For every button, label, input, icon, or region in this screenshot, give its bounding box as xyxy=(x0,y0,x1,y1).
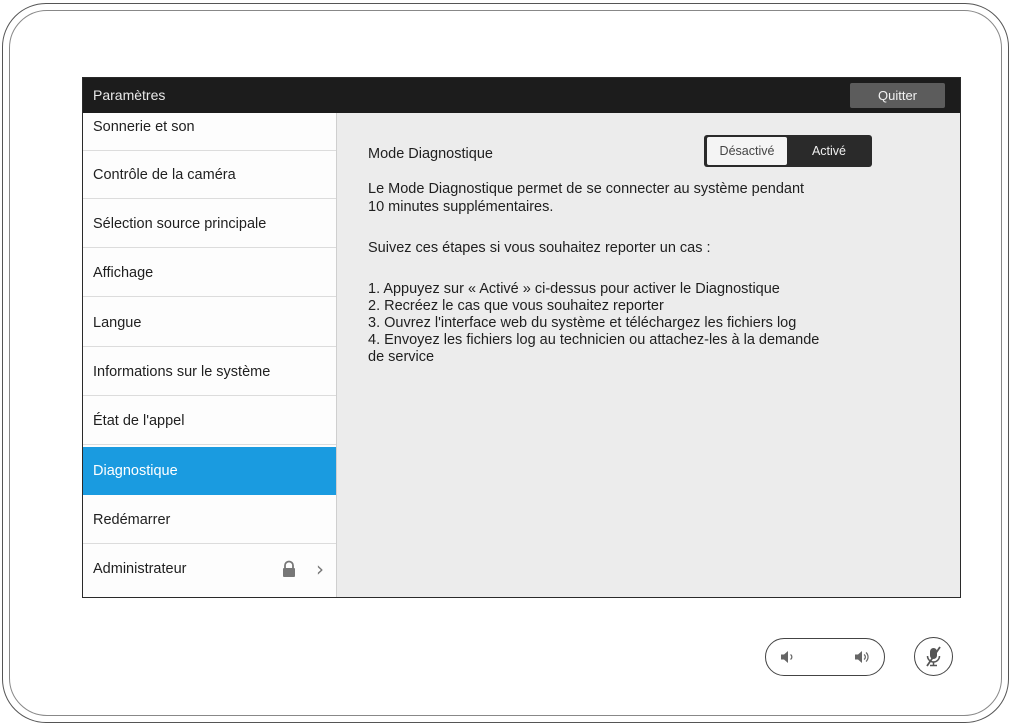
volume-control xyxy=(765,638,885,676)
sidebar-item-label: Redémarrer xyxy=(93,511,171,528)
sidebar-item-label: État de l'appel xyxy=(93,412,185,429)
sidebar-item-camera[interactable]: Contrôle de la caméra xyxy=(83,151,336,199)
sidebar-item-informations[interactable]: Informations sur le système xyxy=(83,348,336,396)
step-3: 3. Ouvrez l'interface web du système et … xyxy=(368,315,797,331)
diagnostics-panel: Mode Diagnostique Désactivé Activé Le Mo… xyxy=(337,113,960,597)
step-1: 1. Appuyez sur « Activé » ci-dessus pour… xyxy=(368,281,780,297)
sidebar-item-label: Langue xyxy=(93,314,142,331)
sidebar-item-sonnerie[interactable]: Sonnerie et son xyxy=(83,113,336,151)
sidebar-item-label: Sonnerie et son xyxy=(93,118,195,135)
diagnostic-mode-toggle[interactable]: Désactivé Activé xyxy=(704,135,872,167)
step-4-line1: 4. Envoyez les fichiers log au technicie… xyxy=(368,332,820,348)
sidebar-item-label: Administrateur xyxy=(93,561,187,577)
microphone-mute-button[interactable] xyxy=(914,637,953,676)
window-title: Paramètres xyxy=(93,87,166,103)
sidebar-item-label: Sélection source principale xyxy=(93,215,267,232)
sidebar-item-langue[interactable]: Langue xyxy=(83,299,336,347)
sidebar-item-label: Diagnostique xyxy=(93,462,178,479)
intro-text-line1: Le Mode Diagnostique permet de se connec… xyxy=(368,181,805,197)
settings-sidebar: Sonnerie et son Contrôle de la caméra Sé… xyxy=(83,113,337,597)
volume-up-icon[interactable] xyxy=(854,649,870,665)
lock-icon xyxy=(283,560,295,577)
sidebar-item-affichage[interactable]: Affichage xyxy=(83,249,336,297)
intro-text-line2: 10 minutes supplémentaires. xyxy=(368,199,554,215)
mode-diagnostique-label: Mode Diagnostique xyxy=(368,146,493,162)
title-bar: Paramètres Quitter xyxy=(83,78,960,113)
sidebar-item-etat-appel[interactable]: État de l'appel xyxy=(83,397,336,445)
settings-window: Paramètres Quitter Sonnerie et son Contr… xyxy=(82,77,961,598)
sidebar-item-source[interactable]: Sélection source principale xyxy=(83,200,336,248)
sidebar-item-administrateur[interactable]: Administrateur › xyxy=(83,545,336,593)
toggle-option-off[interactable]: Désactivé xyxy=(707,137,787,165)
sidebar-item-label: Contrôle de la caméra xyxy=(93,166,236,183)
sidebar-item-diagnostique[interactable]: Diagnostique xyxy=(83,447,336,495)
sidebar-item-redemarrer[interactable]: Redémarrer xyxy=(83,496,336,544)
quit-button[interactable]: Quitter xyxy=(850,83,945,108)
volume-down-icon[interactable] xyxy=(780,649,794,665)
step-2: 2. Recréez le cas que vous souhaitez rep… xyxy=(368,298,664,314)
sidebar-item-label: Affichage xyxy=(93,264,154,281)
toggle-option-on[interactable]: Activé xyxy=(788,137,870,165)
chevron-right-icon: › xyxy=(316,557,324,581)
sidebar-item-label: Informations sur le système xyxy=(93,363,271,380)
microphone-muted-icon xyxy=(926,646,941,667)
steps-heading: Suivez ces étapes si vous souhaitez repo… xyxy=(368,240,711,256)
step-4-line2: de service xyxy=(368,349,435,365)
